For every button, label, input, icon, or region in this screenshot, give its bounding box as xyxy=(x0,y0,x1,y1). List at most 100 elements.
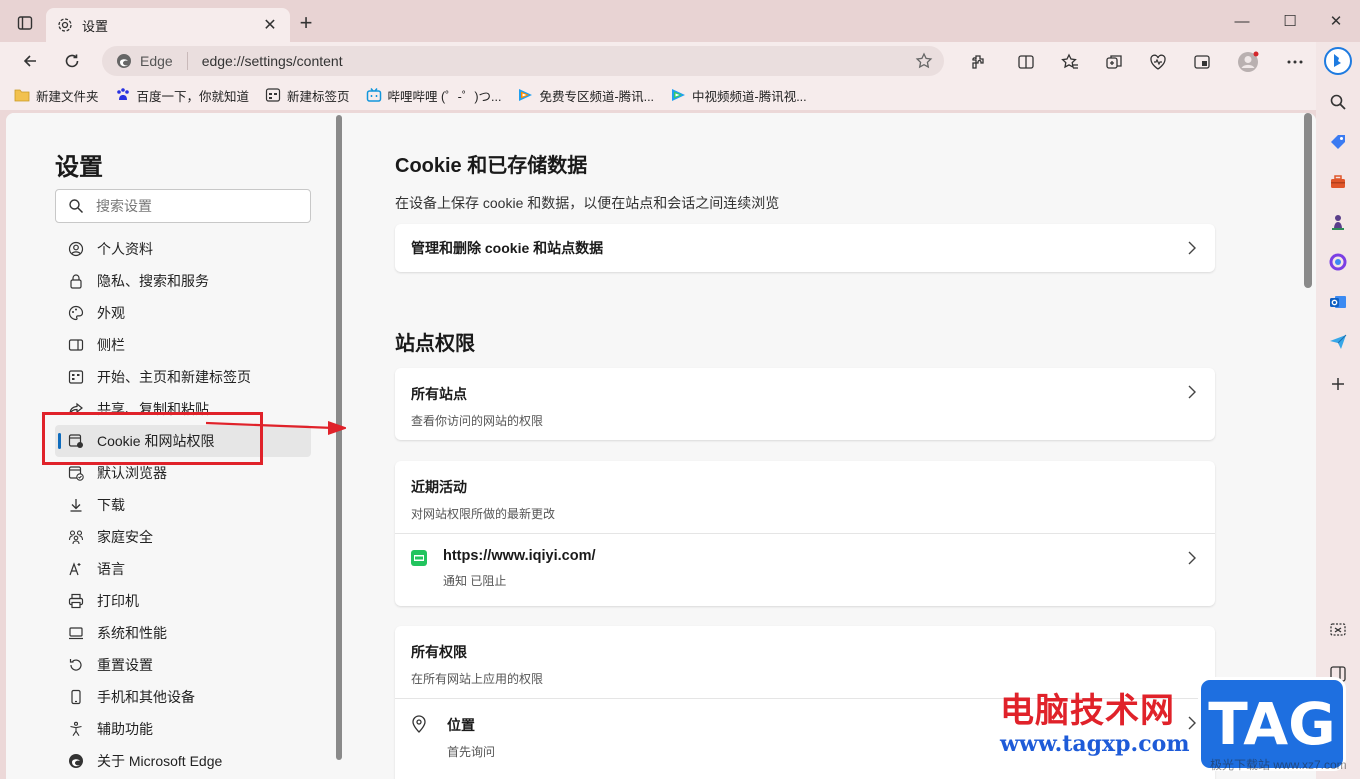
edge-site-chip[interactable]: Edge xyxy=(116,52,188,70)
nav-item-label: 打印机 xyxy=(97,593,139,609)
favorite-item[interactable]: 百度一下，你就知道 xyxy=(115,86,249,105)
nav-item-start-home[interactable]: 开始、主页和新建标签页 xyxy=(55,361,311,393)
settings-nav: 设置 个人资料 隐私、搜索和服务 外观 侧栏 xyxy=(6,113,342,779)
watermark-sub: 极光下载站 www.xz7.com xyxy=(1210,758,1347,772)
all-sites-sub: 查看你访问的网站的权限 xyxy=(411,414,544,428)
close-tab-icon[interactable]: ✕ xyxy=(260,15,280,35)
games-chess-icon[interactable] xyxy=(1326,210,1350,234)
default-browser-icon xyxy=(67,464,85,482)
location-pin-icon xyxy=(411,715,427,733)
annotation-arrow xyxy=(206,421,348,435)
nav-item-label: 下载 xyxy=(97,497,125,513)
sidebar-icon xyxy=(67,336,85,354)
printer-icon xyxy=(67,592,85,610)
nav-item-label: 重置设置 xyxy=(97,657,153,673)
cookie-section-title: Cookie 和已存储数据 xyxy=(395,155,588,177)
nav-item-label: 辅助功能 xyxy=(97,721,153,737)
nav-item-about-edge[interactable]: 关于 Microsoft Edge xyxy=(55,745,311,777)
screenshot-icon[interactable] xyxy=(1190,50,1214,74)
more-options-icon[interactable] xyxy=(1283,50,1307,74)
close-window-button[interactable]: ✕ xyxy=(1316,8,1356,34)
nav-item-family[interactable]: 家庭安全 xyxy=(55,521,311,553)
language-icon xyxy=(67,560,85,578)
nav-item-downloads[interactable]: 下载 xyxy=(55,489,311,521)
screen-capture-icon[interactable] xyxy=(1326,618,1350,642)
favorite-label: 哔哩哔哩 (゜-゜)つ... xyxy=(387,89,502,104)
refresh-icon[interactable] xyxy=(58,47,86,75)
copilot-bing-icon[interactable] xyxy=(1323,46,1353,76)
nav-item-profile[interactable]: 个人资料 xyxy=(55,233,311,265)
collections-icon[interactable] xyxy=(1102,50,1126,74)
recent-site-detail: 通知 已阻止 xyxy=(443,574,507,588)
newtab-page-icon xyxy=(265,87,281,103)
browser-essentials-icon[interactable] xyxy=(1146,50,1170,74)
nav-item-label: 侧栏 xyxy=(97,337,125,353)
send-paper-plane-icon[interactable] xyxy=(1326,330,1350,354)
all-sites-card[interactable]: 所有站点 查看你访问的网站的权限 xyxy=(395,368,1215,440)
favorites-icon[interactable] xyxy=(1058,50,1082,74)
palette-icon xyxy=(67,304,85,322)
favorite-item[interactable]: 新建文件夹 xyxy=(14,86,99,105)
nav-scrollbar[interactable] xyxy=(336,115,342,760)
search-settings-input[interactable] xyxy=(96,198,296,214)
manage-cookies-label: 管理和删除 cookie 和站点数据 xyxy=(411,240,604,256)
nav-item-printers[interactable]: 打印机 xyxy=(55,585,311,617)
settings-content: Cookie 和已存储数据 在设备上保存 cookie 和数据，以便在站点和会话… xyxy=(346,113,1316,779)
nav-item-system[interactable]: 系统和性能 xyxy=(55,617,311,649)
minimize-button[interactable]: — xyxy=(1222,8,1262,34)
all-sites-title: 所有站点 xyxy=(411,386,467,402)
nav-item-sidebar[interactable]: 侧栏 xyxy=(55,329,311,361)
favorite-star-icon[interactable] xyxy=(914,51,934,71)
extensions-icon[interactable] xyxy=(966,50,990,74)
recent-site-row[interactable]: https://www.iqiyi.com/ 通知 已阻止 xyxy=(395,534,1215,606)
manage-cookies-card[interactable]: 管理和删除 cookie 和站点数据 xyxy=(395,224,1215,272)
bilibili-icon xyxy=(366,87,382,103)
nav-item-accessibility[interactable]: 辅助功能 xyxy=(55,713,311,745)
chevron-right-icon xyxy=(1185,385,1199,399)
chevron-right-icon xyxy=(1185,716,1199,730)
back-arrow-icon[interactable] xyxy=(16,47,44,75)
cookie-section-desc: 在设备上保存 cookie 和数据，以便在站点和会话之间连续浏览 xyxy=(395,195,780,211)
all-permissions-title: 所有权限 xyxy=(411,644,467,660)
nav-item-label: 隐私、搜索和服务 xyxy=(97,273,209,289)
nav-item-label: 手机和其他设备 xyxy=(97,689,195,705)
shopping-tag-icon[interactable] xyxy=(1326,130,1350,154)
outlook-icon[interactable] xyxy=(1326,290,1350,314)
lock-icon xyxy=(67,272,85,290)
nav-item-label: 默认浏览器 xyxy=(97,465,167,481)
new-tab-button[interactable]: + xyxy=(294,12,318,36)
favorite-item[interactable]: 免费专区频道-腾讯... xyxy=(517,86,654,105)
download-icon xyxy=(67,496,85,514)
recent-activity-sub: 对网站权限所做的最新更改 xyxy=(411,507,556,521)
split-screen-icon[interactable] xyxy=(1014,50,1038,74)
nav-item-phone[interactable]: 手机和其他设备 xyxy=(55,681,311,713)
search-icon[interactable] xyxy=(1326,90,1350,114)
favorites-bar: 新建文件夹 百度一下，你就知道 新建标签页 哔哩哔哩 (゜-゜)つ... 免费专… xyxy=(0,80,1316,110)
nav-item-label: 关于 Microsoft Edge xyxy=(97,753,223,769)
address-bar[interactable]: Edge edge://settings/content xyxy=(102,46,944,76)
add-sidebar-app-icon[interactable] xyxy=(1326,372,1350,396)
tab-actions-menu-button[interactable] xyxy=(12,10,38,36)
nav-item-appearance[interactable]: 外观 xyxy=(55,297,311,329)
recent-activity-title: 近期活动 xyxy=(411,479,467,495)
favorite-item[interactable]: 中视频频道-腾讯视... xyxy=(670,86,807,105)
content-scrollbar[interactable] xyxy=(1304,113,1312,288)
nav-item-privacy[interactable]: 隐私、搜索和服务 xyxy=(55,265,311,297)
search-settings-box[interactable] xyxy=(55,189,311,223)
tools-briefcase-icon[interactable] xyxy=(1326,170,1350,194)
nav-item-reset[interactable]: 重置设置 xyxy=(55,649,311,681)
tab-settings[interactable]: 设置 ✕ xyxy=(46,8,290,42)
home-grid-icon xyxy=(67,368,85,386)
iqiyi-site-icon xyxy=(411,550,427,566)
watermark-url: www.tagxp.com xyxy=(1000,731,1190,757)
nav-item-label: 家庭安全 xyxy=(97,529,153,545)
profile-avatar-icon[interactable] xyxy=(1236,50,1260,74)
nav-item-label: 外观 xyxy=(97,305,125,321)
microsoft365-icon[interactable] xyxy=(1326,250,1350,274)
chevron-right-icon xyxy=(1185,241,1199,255)
favorite-item[interactable]: 新建标签页 xyxy=(265,86,350,105)
maximize-button[interactable]: ☐ xyxy=(1270,8,1310,34)
url-text: edge://settings/content xyxy=(201,53,343,69)
favorite-item[interactable]: 哔哩哔哩 (゜-゜)つ... xyxy=(366,86,502,105)
nav-item-languages[interactable]: 语言 xyxy=(55,553,311,585)
